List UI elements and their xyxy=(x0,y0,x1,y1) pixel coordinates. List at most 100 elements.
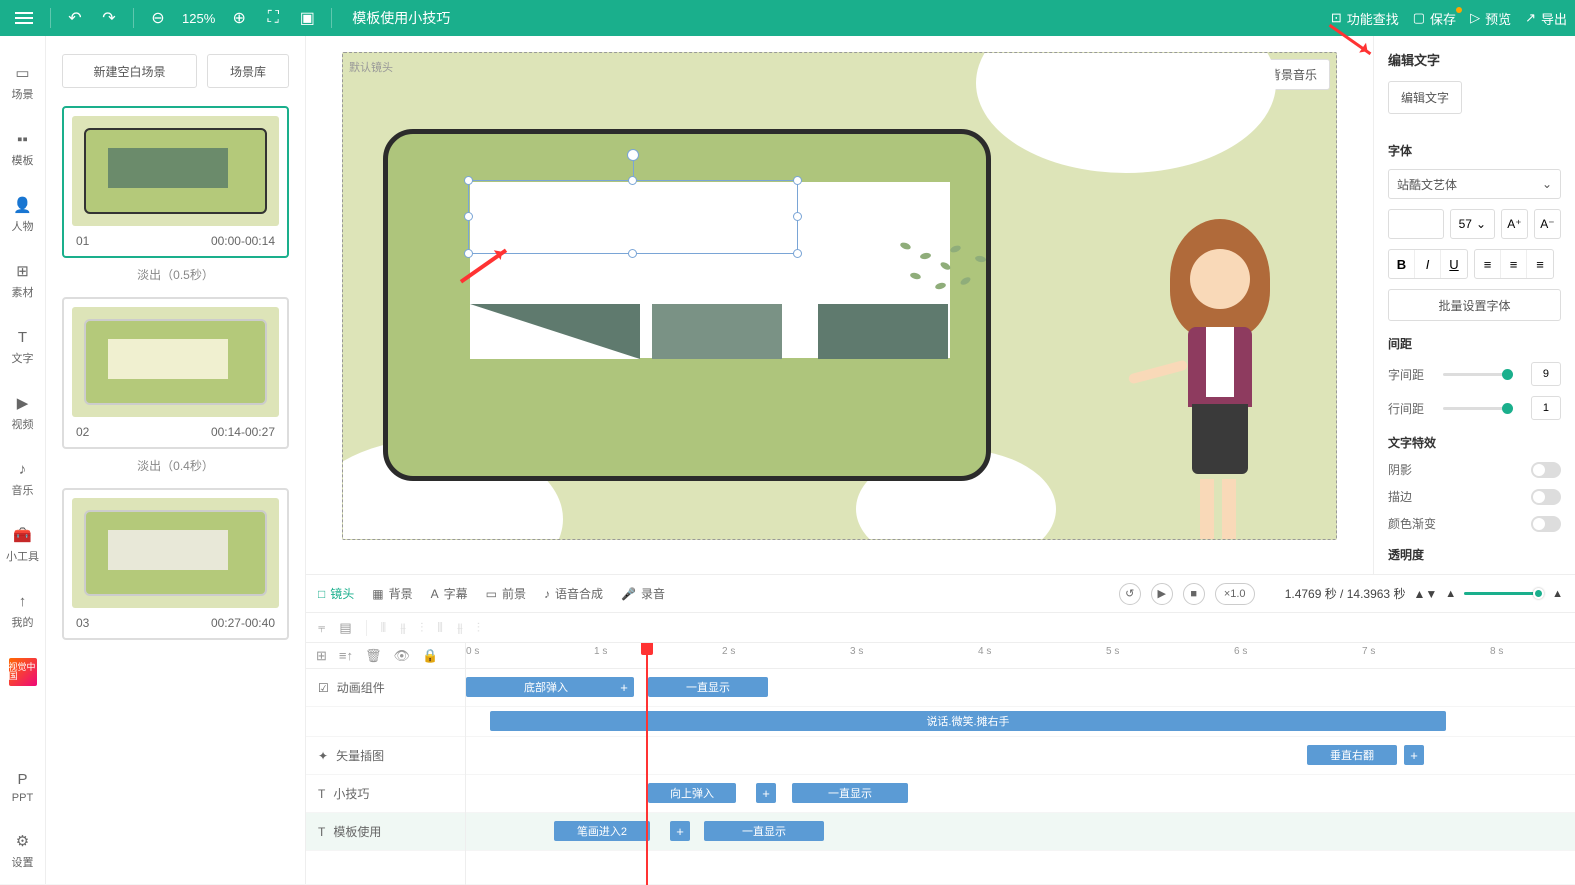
canvas-stage[interactable]: 默认镜头 ♬背景音乐 xyxy=(342,52,1337,540)
resize-handle[interactable] xyxy=(793,249,802,258)
resize-handle[interactable] xyxy=(464,212,473,221)
font-size-select[interactable]: 57⌄ xyxy=(1450,209,1495,239)
track-label[interactable]: T 小技巧 xyxy=(306,775,465,813)
stop-button[interactable]: ■ xyxy=(1183,583,1205,605)
filter-icon[interactable]: ⫧ xyxy=(318,620,325,636)
add-clip-button[interactable]: + xyxy=(614,677,634,697)
sidebar-item-visual-china[interactable]: 视觉中国 xyxy=(9,658,37,686)
align-center-button[interactable]: ≡ xyxy=(1501,250,1527,278)
text-selection-box[interactable]: 模板使用 xyxy=(468,180,798,254)
safe-area-button[interactable]: ▣ xyxy=(293,4,321,32)
zoom-in-button[interactable]: ⊕ xyxy=(225,4,253,32)
zoom-in-icon[interactable]: ▲ xyxy=(1552,588,1563,600)
sidebar-item-tools[interactable]: 🧰小工具 xyxy=(6,526,39,564)
align-icon[interactable]: ⫴ xyxy=(437,620,442,636)
sidebar-item-material[interactable]: ⊞素材 xyxy=(12,262,34,300)
rotation-handle[interactable] xyxy=(627,149,639,161)
add-clip-button[interactable]: + xyxy=(1404,745,1424,765)
export-button[interactable]: ↗ 导出 xyxy=(1525,9,1567,28)
scene-card-01[interactable]: 0100:00-00:14 xyxy=(62,106,289,258)
zoom-out-button[interactable]: ⊖ xyxy=(144,4,172,32)
resize-handle[interactable] xyxy=(628,249,637,258)
letter-spacing-input[interactable] xyxy=(1531,362,1561,386)
scene-card-03[interactable]: 0300:27-00:40 xyxy=(62,488,289,640)
letter-spacing-slider[interactable] xyxy=(1443,373,1513,376)
add-clip-button[interactable]: + xyxy=(756,783,776,803)
align-icon[interactable]: ⫵ xyxy=(457,620,463,636)
clip[interactable]: 一直显示 xyxy=(704,821,824,841)
clip[interactable]: 向上弹入 xyxy=(648,783,736,803)
tab-shot[interactable]: □ 镜头 xyxy=(318,585,354,602)
tab-foreground[interactable]: ▭ 前景 xyxy=(486,585,526,602)
tab-background[interactable]: ▦ 背景 xyxy=(372,585,412,602)
underline-button[interactable]: U xyxy=(1441,250,1467,278)
scene-card-02[interactable]: 0200:14-00:27 xyxy=(62,297,289,449)
sidebar-item-template[interactable]: ▪▪模板 xyxy=(12,130,34,168)
sidebar-item-ppt[interactable]: PPPT xyxy=(12,770,33,804)
line-spacing-slider[interactable] xyxy=(1443,407,1513,410)
align-right-button[interactable]: ≡ xyxy=(1527,250,1553,278)
batch-font-button[interactable]: 批量设置字体 xyxy=(1388,289,1561,321)
project-name[interactable]: 模板使用小技巧 xyxy=(352,8,450,28)
expand-icon[interactable]: ▲▼ xyxy=(1413,587,1437,601)
font-increase-button[interactable]: A⁺ xyxy=(1501,209,1528,239)
speed-selector[interactable]: ×1.0 xyxy=(1215,583,1255,605)
playhead[interactable] xyxy=(646,643,648,885)
play-button[interactable]: ▶ xyxy=(1151,583,1173,605)
resize-handle[interactable] xyxy=(793,176,802,185)
sidebar-item-character[interactable]: 👤人物 xyxy=(12,196,34,234)
clip[interactable]: 说话.微笑.摊右手 xyxy=(490,711,1446,731)
blackboard[interactable]: 模板使用 xyxy=(383,129,991,481)
sidebar-item-scene[interactable]: ▭场景 xyxy=(12,64,34,102)
feature-search-button[interactable]: ⊡ 功能查找 xyxy=(1331,9,1399,28)
font-family-select[interactable]: 站酷文艺体⌄ xyxy=(1388,169,1561,199)
scene-transition[interactable]: 淡出（0.5秒） xyxy=(62,266,289,283)
save-button[interactable]: ▢ 保存 xyxy=(1413,9,1456,28)
rewind-button[interactable]: ↺ xyxy=(1119,583,1141,605)
tab-record[interactable]: 🎤 录音 xyxy=(621,585,665,602)
clip[interactable]: 底部弹入 xyxy=(466,677,626,697)
zoom-level[interactable]: 125% xyxy=(182,11,215,26)
scene-transition[interactable]: 淡出（0.4秒） xyxy=(62,457,289,474)
resize-handle[interactable] xyxy=(793,212,802,221)
sidebar-item-music[interactable]: ♪音乐 xyxy=(12,460,34,498)
sidebar-item-settings[interactable]: ⚙设置 xyxy=(12,832,34,870)
edit-text-button[interactable]: 编辑文字 xyxy=(1388,81,1462,114)
preview-button[interactable]: ▷ 预览 xyxy=(1470,9,1511,28)
clip[interactable]: 垂直右翻 xyxy=(1307,745,1397,765)
tab-tts[interactable]: ♪ 语音合成 xyxy=(544,585,603,602)
add-clip-button[interactable]: + xyxy=(670,821,690,841)
sort-icon[interactable]: ≡↑ xyxy=(339,648,353,663)
align-icon[interactable]: ⫶ xyxy=(477,620,480,636)
resize-handle[interactable] xyxy=(464,249,473,258)
undo-button[interactable]: ↶ xyxy=(61,4,89,32)
timeline-track[interactable]: 垂直右翻 + xyxy=(466,737,1575,775)
font-decrease-button[interactable]: A⁻ xyxy=(1534,209,1561,239)
bold-button[interactable]: B xyxy=(1389,250,1415,278)
fit-screen-button[interactable]: ⛶ xyxy=(259,4,287,32)
font-color-picker[interactable] xyxy=(1388,209,1444,239)
clip[interactable]: 笔画进入2 xyxy=(554,821,650,841)
group-icon[interactable]: ▤ xyxy=(339,620,351,636)
track-label[interactable]: T 模板使用 xyxy=(306,813,465,851)
lock-icon[interactable]: 🔒 xyxy=(422,648,438,664)
timeline-ruler[interactable]: 0 s 1 s 2 s 3 s 4 s 5 s 6 s 7 s 8 s xyxy=(466,643,1575,669)
resize-handle[interactable] xyxy=(628,176,637,185)
new-blank-scene-button[interactable]: 新建空白场景 xyxy=(62,54,197,88)
align-icon[interactable]: ⫵ xyxy=(400,620,406,636)
timeline-track[interactable]: 向上弹入 + 一直显示 xyxy=(466,775,1575,813)
layout-icon[interactable]: ⊞ xyxy=(316,648,327,664)
shadow-toggle[interactable] xyxy=(1531,462,1561,478)
track-label-sub[interactable] xyxy=(306,707,465,737)
italic-button[interactable]: I xyxy=(1415,250,1441,278)
timeline-tracks[interactable]: 0 s 1 s 2 s 3 s 4 s 5 s 6 s 7 s 8 s 底部弹入… xyxy=(466,643,1575,885)
align-icon[interactable]: ⫴ xyxy=(381,620,386,636)
menu-icon[interactable] xyxy=(8,2,40,34)
clip[interactable]: 一直显示 xyxy=(648,677,768,697)
tab-subtitle[interactable]: A 字幕 xyxy=(431,585,468,602)
zoom-out-icon[interactable]: ▲ xyxy=(1445,588,1456,600)
timeline-track[interactable]: 说话.微笑.摊右手 xyxy=(466,707,1575,737)
sidebar-item-video[interactable]: ▶视频 xyxy=(12,394,34,432)
timeline-track[interactable]: 底部弹入 + 一直显示 xyxy=(466,669,1575,707)
sidebar-item-text[interactable]: T文字 xyxy=(12,328,34,366)
